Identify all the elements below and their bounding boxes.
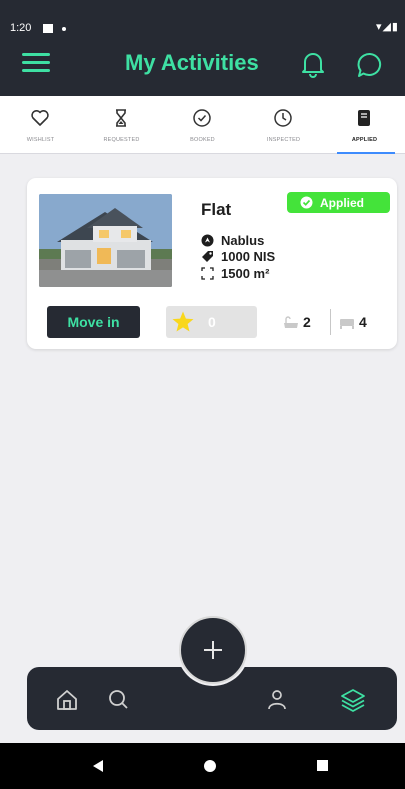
bed-icon bbox=[340, 319, 354, 329]
clock-icon bbox=[274, 109, 292, 127]
price-tag-icon bbox=[202, 251, 213, 262]
bathroom-number: 2 bbox=[303, 314, 311, 330]
search-icon[interactable] bbox=[106, 687, 132, 713]
home-circle-icon[interactable] bbox=[204, 760, 216, 772]
recent-apps-icon[interactable] bbox=[317, 760, 328, 771]
property-card[interactable]: Flat Applied Nablus 1000 NIS 1500 m² Mov… bbox=[27, 178, 397, 349]
home-icon[interactable] bbox=[54, 687, 80, 713]
tab-requested[interactable]: REQUESTED bbox=[81, 96, 162, 154]
system-nav-bar bbox=[0, 743, 405, 789]
move-in-button[interactable]: Move in bbox=[47, 306, 140, 338]
status-time: 1:20 bbox=[10, 22, 32, 34]
notification-status-icon bbox=[43, 24, 53, 33]
location-text: Nablus bbox=[221, 233, 265, 248]
tab-wishlist[interactable]: WISHLIST bbox=[0, 96, 81, 154]
badge-label: Applied bbox=[320, 196, 364, 210]
app-header: 1:20 ▾◢▮ My Activities bbox=[0, 0, 405, 96]
price-text: 1000 NIS bbox=[221, 249, 276, 264]
heart-icon bbox=[31, 110, 49, 126]
tab-label: WISHLIST bbox=[26, 137, 55, 143]
tab-label: APPLIED bbox=[351, 137, 378, 143]
bedroom-number: 4 bbox=[359, 314, 367, 330]
page-title: My Activities bbox=[125, 50, 259, 75]
check-circle-icon bbox=[193, 109, 211, 127]
applied-badge: Applied bbox=[287, 192, 390, 213]
back-icon[interactable] bbox=[92, 759, 104, 773]
document-icon bbox=[358, 110, 370, 126]
area-text: 1500 m² bbox=[221, 266, 270, 281]
bathtub-icon bbox=[284, 316, 298, 328]
layers-icon[interactable] bbox=[340, 687, 366, 713]
tab-applied[interactable]: APPLIED bbox=[324, 96, 405, 154]
rating-box[interactable]: 0 bbox=[166, 306, 257, 338]
dot-status-icon bbox=[62, 27, 66, 31]
add-button[interactable] bbox=[179, 616, 247, 684]
expand-icon bbox=[201, 267, 214, 280]
profile-icon[interactable] bbox=[264, 687, 290, 713]
star-icon bbox=[172, 311, 194, 332]
bell-icon[interactable] bbox=[300, 50, 326, 78]
property-photo bbox=[39, 194, 172, 287]
property-type: Flat bbox=[201, 200, 232, 219]
feature-divider bbox=[330, 309, 331, 335]
location-icon bbox=[201, 234, 214, 247]
tab-label: INSPECTED bbox=[266, 137, 301, 143]
tab-label: REQUESTED bbox=[103, 137, 140, 143]
hourglass-icon bbox=[116, 109, 126, 127]
menu-icon[interactable] bbox=[22, 53, 50, 73]
tab-label: BOOKED bbox=[190, 137, 215, 143]
tab-inspected[interactable]: INSPECTED bbox=[243, 96, 324, 154]
check-circle-icon bbox=[300, 196, 313, 209]
status-icons: ▾◢▮ bbox=[375, 21, 399, 33]
chat-icon[interactable] bbox=[356, 51, 384, 79]
add-icon bbox=[204, 641, 222, 659]
active-tab-indicator bbox=[337, 152, 395, 154]
tab-booked[interactable]: BOOKED bbox=[162, 96, 243, 154]
activity-tabs: WISHLIST REQUESTED BOOKED INSPECTED APPL… bbox=[0, 96, 405, 154]
rating-value: 0 bbox=[208, 314, 216, 330]
